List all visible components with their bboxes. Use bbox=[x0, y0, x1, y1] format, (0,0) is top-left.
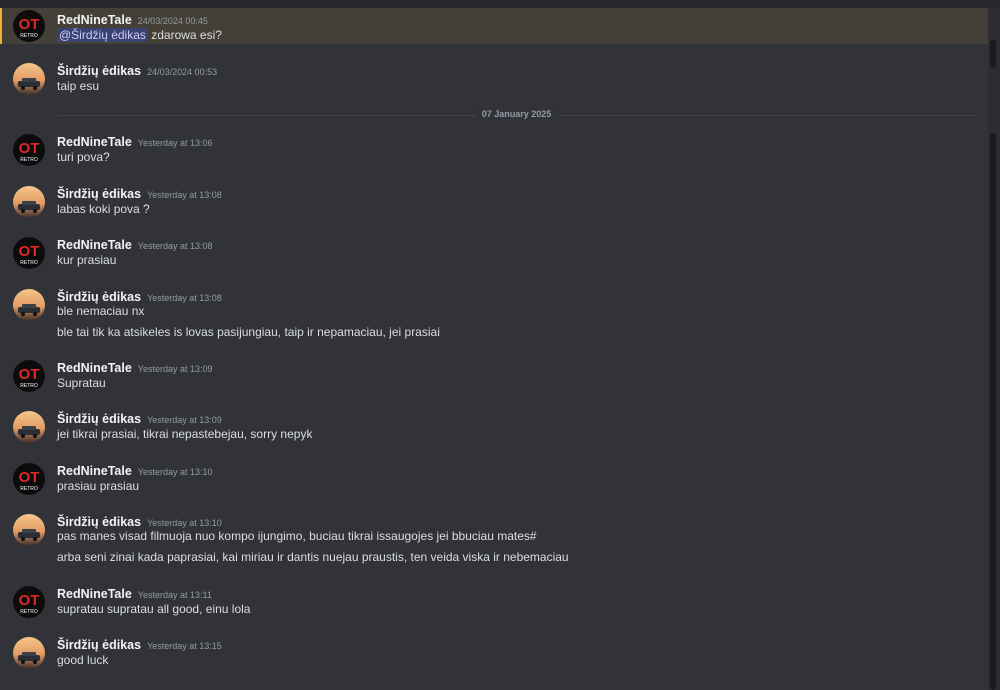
red-avatar-icon[interactable]: OT RETRO bbox=[13, 237, 45, 269]
timestamp[interactable]: Yesterday at 13:08 bbox=[147, 293, 222, 303]
red-avatar-icon[interactable]: OT RETRO bbox=[13, 360, 45, 392]
username[interactable]: RedNineTale bbox=[57, 361, 132, 375]
message-header: RedNineTale Yesterday at 13:08 bbox=[57, 236, 213, 254]
svg-text:OT: OT bbox=[19, 243, 40, 260]
svg-text:RETRO: RETRO bbox=[20, 260, 38, 266]
username[interactable]: RedNineTale bbox=[57, 13, 132, 27]
message-header: RedNineTale Yesterday at 13:06 bbox=[57, 133, 213, 151]
timestamp[interactable]: Yesterday at 13:08 bbox=[147, 190, 222, 200]
message-text: jei tikrai prasiai, tikrai nepastebejau,… bbox=[57, 427, 313, 441]
timestamp[interactable]: Yesterday at 13:10 bbox=[138, 467, 213, 477]
message-text: arba seni zinai kada paprasiai, kai miri… bbox=[57, 550, 569, 564]
timestamp[interactable]: Yesterday at 13:15 bbox=[147, 641, 222, 651]
red-avatar-icon[interactable]: OT RETRO bbox=[13, 10, 45, 42]
message-text: kur prasiau bbox=[57, 253, 117, 267]
message-item[interactable]: OT RETRO RedNineTale Yesterday at 13:10 pr… bbox=[0, 459, 988, 499]
message-text: @Širdžių ėdikas zdarowa esi? bbox=[57, 28, 222, 42]
svg-text:OT: OT bbox=[19, 469, 40, 486]
message-text: Supratau bbox=[57, 376, 106, 390]
sird-avatar-icon[interactable] bbox=[13, 289, 45, 321]
message-text: good luck bbox=[57, 653, 109, 667]
red-avatar-icon[interactable]: OT RETRO bbox=[13, 463, 45, 495]
svg-text:OT: OT bbox=[19, 366, 40, 383]
message-text: prasiau prasiau bbox=[57, 479, 140, 493]
message-item[interactable]: OT RETRO RedNineTale Yesterday at 13:11 su… bbox=[0, 582, 988, 622]
message-item[interactable]: OT RETRO RedNineTale Yesterday at 13:06 tu… bbox=[0, 130, 988, 170]
sird-avatar-icon[interactable] bbox=[13, 186, 45, 218]
username[interactable]: RedNineTale bbox=[57, 238, 132, 252]
scrollbar-top-thumb[interactable] bbox=[990, 40, 996, 68]
svg-text:OT: OT bbox=[19, 16, 40, 33]
svg-text:OT: OT bbox=[19, 140, 40, 157]
message-header: RedNineTale Yesterday at 13:11 bbox=[57, 585, 212, 603]
sird-avatar-icon[interactable] bbox=[13, 637, 45, 669]
message-text: pas manes visad filmuoja nuo kompo ijung… bbox=[57, 529, 537, 543]
username[interactable]: Širdžių ėdikas bbox=[57, 290, 141, 304]
svg-text:OT: OT bbox=[19, 592, 40, 609]
svg-text:RETRO: RETRO bbox=[20, 33, 38, 39]
svg-text:RETRO: RETRO bbox=[20, 609, 38, 615]
message-header: RedNineTale 24/03/2024 00:45 bbox=[57, 11, 208, 29]
sird-avatar-icon[interactable] bbox=[13, 63, 45, 95]
message-text: taip esu bbox=[57, 79, 100, 93]
timestamp[interactable]: 24/03/2024 00:53 bbox=[147, 67, 217, 77]
message-header: Širdžių ėdikas Yesterday at 13:08 bbox=[57, 185, 222, 203]
date-divider: 07 January 2025 bbox=[57, 109, 976, 119]
svg-text:RETRO: RETRO bbox=[20, 486, 38, 492]
scrollbar-thumb[interactable] bbox=[990, 133, 996, 690]
date-divider-label: 07 January 2025 bbox=[475, 109, 558, 119]
username[interactable]: RedNineTale bbox=[57, 587, 132, 601]
timestamp[interactable]: Yesterday at 13:08 bbox=[138, 241, 213, 251]
timestamp[interactable]: Yesterday at 13:11 bbox=[138, 590, 212, 600]
svg-text:RETRO: RETRO bbox=[20, 383, 38, 389]
message-header: Širdžių ėdikas Yesterday at 13:15 bbox=[57, 636, 222, 654]
username[interactable]: Širdžių ėdikas bbox=[57, 515, 141, 529]
username[interactable]: Širdžių ėdikas bbox=[57, 64, 141, 78]
message-text: ble tai tik ka atsikeles is lovas pasiju… bbox=[57, 325, 440, 339]
message-text: turi pova? bbox=[57, 150, 110, 164]
message-item[interactable]: OT RETRO RedNineTale Yesterday at 13:09 Su… bbox=[0, 356, 988, 396]
red-avatar-icon[interactable]: OT RETRO bbox=[13, 586, 45, 618]
message-header: RedNineTale Yesterday at 13:10 bbox=[57, 462, 213, 480]
message-item[interactable]: Širdžių ėdikas Yesterday at 13:15 good lu… bbox=[0, 633, 988, 673]
timestamp[interactable]: Yesterday at 13:06 bbox=[138, 138, 213, 148]
message-item[interactable]: Širdžių ėdikas Yesterday at 13:08 ble nem… bbox=[0, 285, 988, 347]
message-header: Širdžių ėdikas Yesterday at 13:09 bbox=[57, 410, 222, 428]
message-item[interactable]: OT RETRO RedNineTale 24/03/2024 00:45 @Šir… bbox=[0, 8, 988, 44]
chat-messages[interactable]: OT RETRO RedNineTale 24/03/2024 00:45 @Šir… bbox=[0, 8, 988, 690]
message-text: supratau supratau all good, einu lola bbox=[57, 602, 251, 616]
red-avatar-icon[interactable]: OT RETRO bbox=[13, 134, 45, 166]
message-item[interactable]: Širdžių ėdikas Yesterday at 13:08 labas k… bbox=[0, 182, 988, 222]
timestamp[interactable]: Yesterday at 13:10 bbox=[147, 518, 222, 528]
sird-avatar-icon[interactable] bbox=[13, 411, 45, 443]
message-header: RedNineTale Yesterday at 13:09 bbox=[57, 359, 213, 377]
message-item[interactable]: OT RETRO RedNineTale Yesterday at 13:08 ku… bbox=[0, 233, 988, 273]
message-item[interactable]: Širdžių ėdikas Yesterday at 13:10 pas man… bbox=[0, 510, 988, 572]
timestamp[interactable]: 24/03/2024 00:45 bbox=[138, 16, 208, 26]
timestamp[interactable]: Yesterday at 13:09 bbox=[138, 364, 213, 374]
svg-text:RETRO: RETRO bbox=[20, 157, 38, 163]
message-header: Širdžių ėdikas 24/03/2024 00:53 bbox=[57, 62, 217, 80]
user-mention[interactable]: @Širdžių ėdikas bbox=[57, 28, 148, 42]
username[interactable]: RedNineTale bbox=[57, 135, 132, 149]
message-text: ble nemaciau nx bbox=[57, 304, 145, 318]
username[interactable]: Širdžių ėdikas bbox=[57, 187, 141, 201]
timestamp[interactable]: Yesterday at 13:09 bbox=[147, 415, 222, 425]
username[interactable]: RedNineTale bbox=[57, 464, 132, 478]
username[interactable]: Širdžių ėdikas bbox=[57, 638, 141, 652]
message-text: labas koki pova ? bbox=[57, 202, 150, 216]
message-item[interactable]: Širdžių ėdikas Yesterday at 13:09 jei tik… bbox=[0, 407, 988, 447]
sird-avatar-icon[interactable] bbox=[13, 514, 45, 546]
username[interactable]: Širdžių ėdikas bbox=[57, 412, 141, 426]
message-item[interactable]: Širdžių ėdikas 24/03/2024 00:53 taip esu bbox=[0, 59, 988, 99]
